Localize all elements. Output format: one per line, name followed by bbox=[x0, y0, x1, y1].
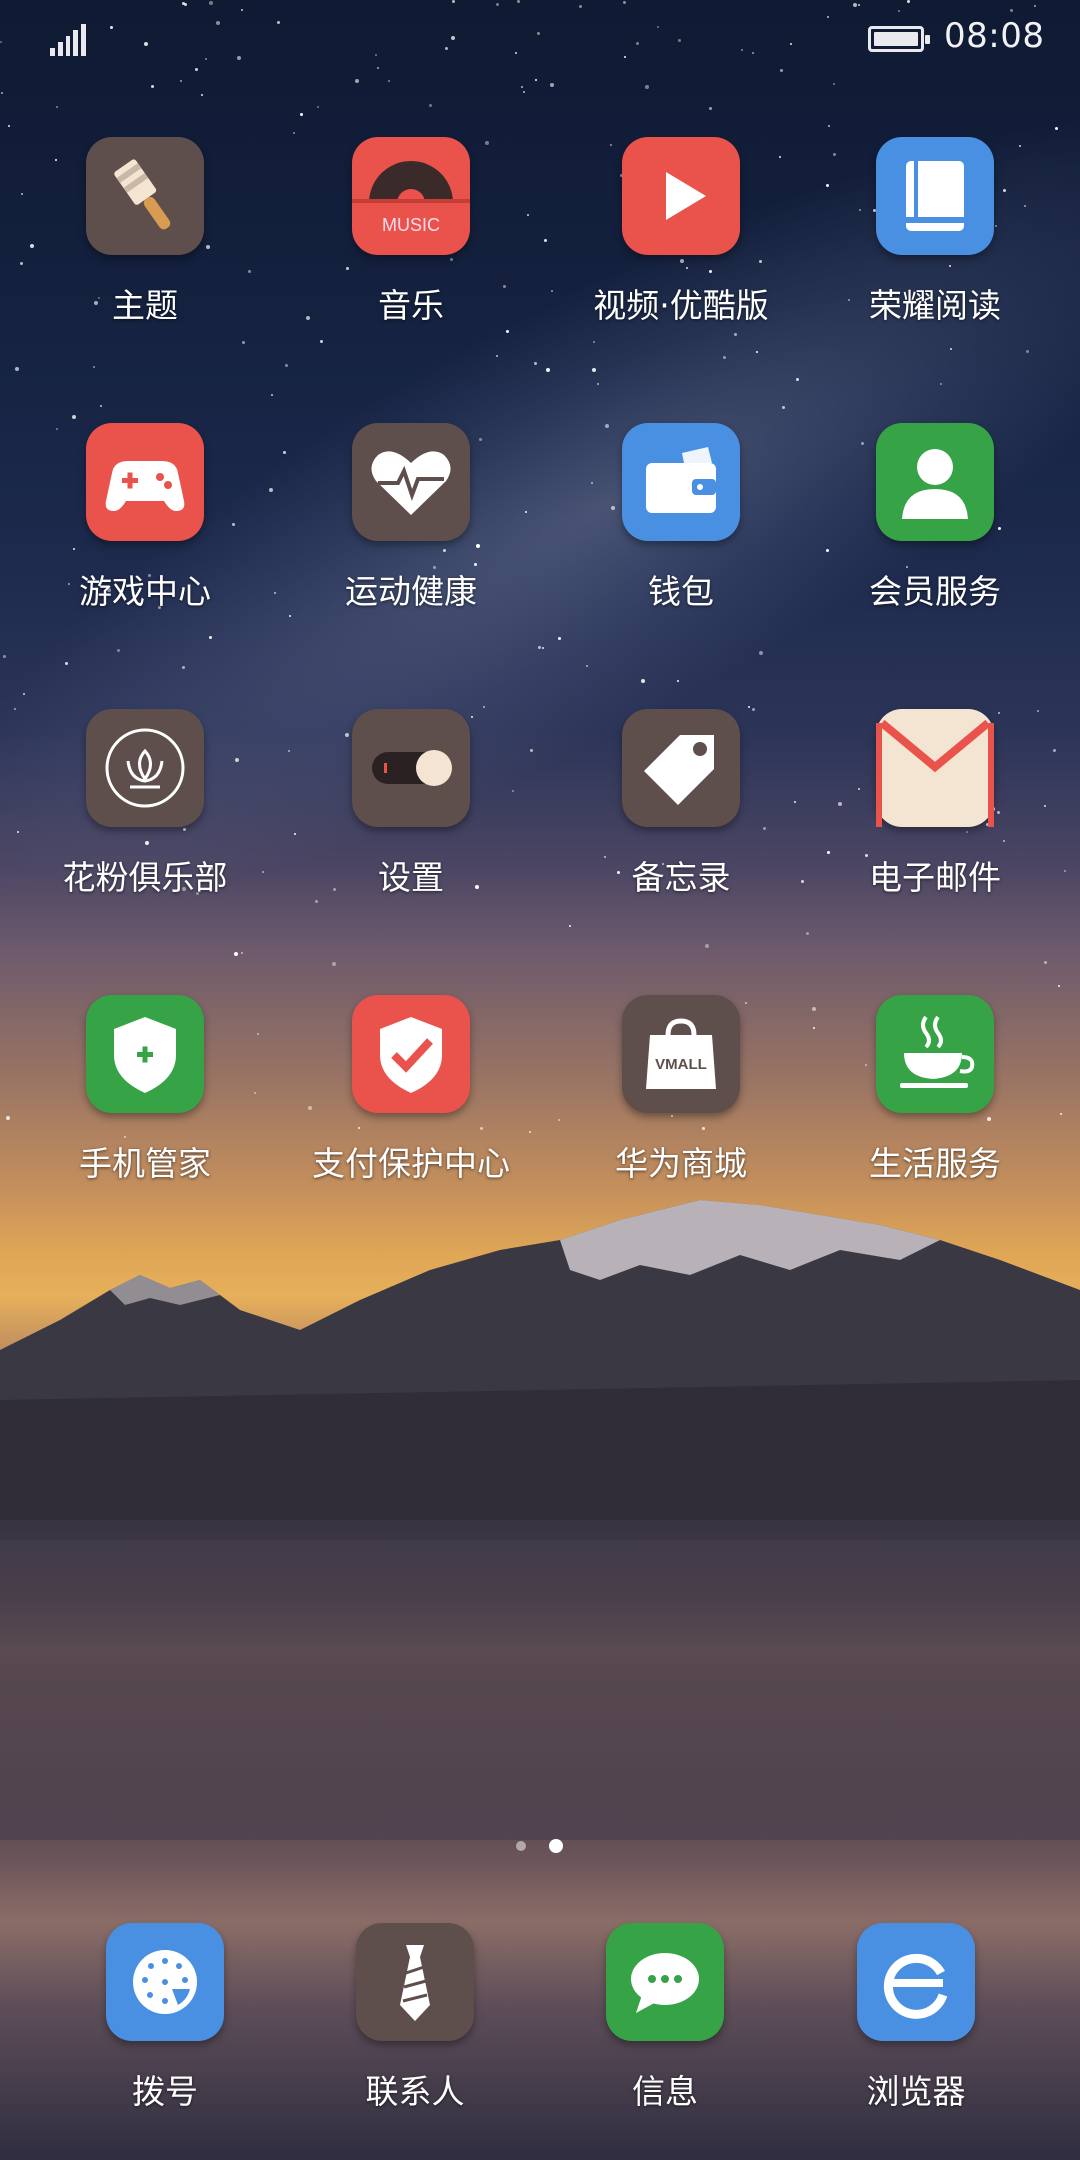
page-dot[interactable] bbox=[516, 1841, 526, 1851]
app-fans-club[interactable]: 花粉俱乐部 bbox=[25, 709, 265, 899]
svg-text:VMALL: VMALL bbox=[655, 1056, 707, 1073]
wallet-icon bbox=[622, 423, 740, 541]
app-label: 会员服务 bbox=[869, 572, 1001, 611]
status-time: 08:08 bbox=[944, 16, 1045, 56]
heart-pulse-icon bbox=[352, 423, 470, 541]
app-game-center[interactable]: 游戏中心 bbox=[25, 423, 265, 613]
app-label: 联系人 bbox=[365, 2072, 465, 2111]
battery-full-icon bbox=[868, 26, 930, 52]
coffee-cup-icon bbox=[876, 995, 994, 1113]
app-label: 华为商城 bbox=[615, 1144, 747, 1183]
shield-plus-icon bbox=[86, 995, 204, 1113]
app-label: 钱包 bbox=[648, 572, 714, 611]
app-member-service[interactable]: 会员服务 bbox=[815, 423, 1055, 613]
play-icon bbox=[622, 137, 740, 255]
app-label: 荣耀阅读 bbox=[869, 286, 1001, 325]
toggle-icon bbox=[352, 709, 470, 827]
app-life-service[interactable]: 生活服务 bbox=[815, 995, 1055, 1185]
gamepad-icon bbox=[86, 423, 204, 541]
app-label: 游戏中心 bbox=[79, 572, 211, 611]
svg-text:MUSIC: MUSIC bbox=[382, 215, 440, 235]
shopping-bag-icon: VMALL bbox=[622, 995, 740, 1113]
app-payment-protection[interactable]: 支付保护中心 bbox=[291, 995, 531, 1185]
signal-bars-icon bbox=[50, 22, 86, 56]
envelope-icon bbox=[876, 709, 994, 827]
page-dot-active[interactable] bbox=[549, 1839, 563, 1853]
dock-app-contacts[interactable]: 联系人 bbox=[295, 1923, 535, 2113]
book-icon bbox=[876, 137, 994, 255]
music-disc-icon: MUSIC bbox=[352, 137, 470, 255]
app-label: 音乐 bbox=[378, 286, 444, 325]
app-label: 生活服务 bbox=[869, 1144, 1001, 1183]
app-label: 主题 bbox=[112, 286, 178, 325]
app-label: 信息 bbox=[632, 2072, 698, 2111]
browser-e-icon bbox=[857, 1923, 975, 2041]
app-memo[interactable]: 备忘录 bbox=[561, 709, 801, 899]
tie-icon bbox=[356, 1923, 474, 2041]
status-bar: 08:08 bbox=[0, 0, 1080, 80]
app-label: 支付保护中心 bbox=[312, 1144, 510, 1183]
app-label: 手机管家 bbox=[79, 1144, 211, 1183]
app-label: 设置 bbox=[378, 858, 444, 897]
app-theme[interactable]: 主题 bbox=[25, 137, 265, 327]
app-honor-reading[interactable]: 荣耀阅读 bbox=[815, 137, 1055, 327]
app-health[interactable]: 运动健康 bbox=[291, 423, 531, 613]
page-indicator[interactable] bbox=[0, 1838, 1080, 1858]
app-vmall[interactable]: VMALL 华为商城 bbox=[561, 995, 801, 1185]
app-label: 浏览器 bbox=[866, 2072, 966, 2111]
app-phone-manager[interactable]: 手机管家 bbox=[25, 995, 265, 1185]
app-settings[interactable]: 设置 bbox=[291, 709, 531, 899]
app-label: 拨号 bbox=[132, 2072, 198, 2111]
app-music[interactable]: MUSIC 音乐 bbox=[291, 137, 531, 327]
dock-app-messages[interactable]: 信息 bbox=[545, 1923, 785, 2113]
dock-app-dialer[interactable]: 拨号 bbox=[45, 1923, 285, 2113]
tag-icon bbox=[622, 709, 740, 827]
app-video-youku[interactable]: 视频·优酷版 bbox=[561, 137, 801, 327]
app-label: 视频·优酷版 bbox=[593, 286, 769, 325]
app-wallet[interactable]: 钱包 bbox=[561, 423, 801, 613]
person-icon bbox=[876, 423, 994, 541]
dialpad-icon bbox=[106, 1923, 224, 2041]
app-label: 运动健康 bbox=[345, 572, 477, 611]
dock-app-browser[interactable]: 浏览器 bbox=[796, 1923, 1036, 2113]
shield-check-icon bbox=[352, 995, 470, 1113]
app-label: 电子邮件 bbox=[869, 858, 1001, 897]
app-label: 花粉俱乐部 bbox=[62, 858, 228, 897]
app-email[interactable]: 电子邮件 bbox=[815, 709, 1055, 899]
paintbrush-icon bbox=[86, 137, 204, 255]
chat-bubble-icon bbox=[606, 1923, 724, 2041]
app-label: 备忘录 bbox=[631, 858, 731, 897]
lotus-icon bbox=[86, 709, 204, 827]
